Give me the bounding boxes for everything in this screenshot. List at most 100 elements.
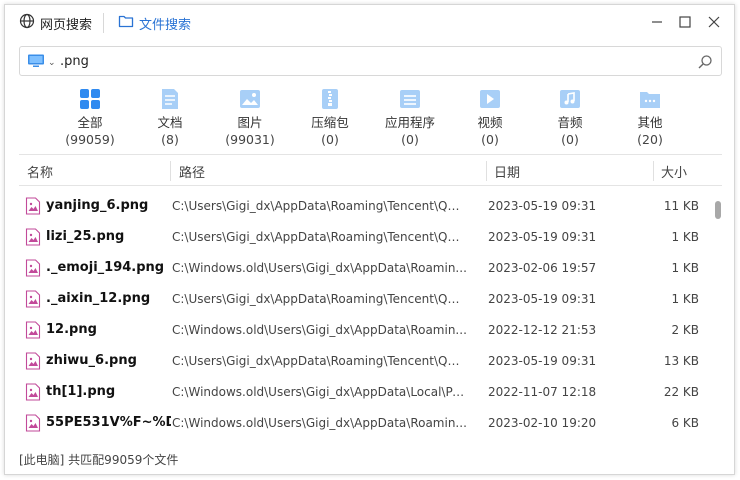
file-size: 1 KB <box>671 230 699 244</box>
file-date: 2023-05-19 09:31 <box>488 230 597 244</box>
column-separator[interactable] <box>653 161 654 181</box>
file-path: C:\Windows.old\Users\Gigi_dx\AppData\Roa… <box>172 416 467 430</box>
image-file-icon <box>25 352 41 374</box>
column-header-size[interactable]: 大小 <box>661 162 687 181</box>
computer-icon <box>27 53 45 73</box>
results-table-header: 名称 路径 日期 大小 <box>19 154 722 186</box>
status-bar-text: [此电脑] 共匹配99059个文件 <box>19 453 179 467</box>
zip-icon <box>319 88 341 110</box>
table-row[interactable]: 12.png C:\Windows.old\Users\Gigi_dx\AppDa… <box>19 315 715 346</box>
table-row[interactable]: lizi_25.png C:\Users\Gigi_dx\AppData\Roam… <box>19 222 715 253</box>
search-bar: ⌄ <box>19 46 722 76</box>
category-bar: 全部 (99059) 文档 (8) 图片 (99031) 压缩包 (0) 应用程… <box>50 88 690 154</box>
video-icon <box>479 88 501 110</box>
scrollbar-thumb[interactable] <box>715 201 721 219</box>
file-path: C:\Windows.old\Users\Gigi_dx\AppData\Roa… <box>172 261 467 275</box>
category-all[interactable]: 全部 (99059) <box>50 88 130 149</box>
file-name: 55PE531V%F~%D <box>46 415 171 430</box>
category-label: 音频 <box>557 115 583 130</box>
category-documents[interactable]: 文档 (8) <box>130 88 210 149</box>
category-label: 压缩包 <box>311 115 349 130</box>
maximize-button[interactable] <box>673 11 697 33</box>
category-archives[interactable]: 压缩包 (0) <box>290 88 370 149</box>
globe-icon <box>19 13 40 33</box>
file-size: 11 KB <box>663 199 699 213</box>
folder-icon <box>639 88 661 110</box>
column-header-name[interactable]: 名称 <box>27 162 53 181</box>
image-file-icon <box>25 414 41 433</box>
search-scope-dropdown[interactable]: ⌄ <box>27 53 56 73</box>
tab-file-search[interactable]: 文件搜索 <box>118 13 191 33</box>
file-date: 2023-05-19 09:31 <box>488 199 597 213</box>
file-size: 1 KB <box>671 292 699 306</box>
category-audio[interactable]: 音频 (0) <box>530 88 610 149</box>
folder-icon <box>118 13 139 33</box>
table-row[interactable]: zhiwu_6.png C:\Users\Gigi_dx\AppData\Roam… <box>19 346 715 377</box>
tab-divider <box>103 13 104 33</box>
file-size: 1 KB <box>671 261 699 275</box>
category-label: 视频 <box>477 115 503 130</box>
table-row[interactable]: 55PE531V%F~%D C:\Windows.old\Users\Gigi_d… <box>19 408 715 433</box>
category-count: (0) <box>401 132 419 147</box>
image-file-icon <box>25 197 41 219</box>
file-name: 12.png <box>46 322 97 337</box>
category-video[interactable]: 视频 (0) <box>450 88 530 149</box>
category-count: (8) <box>161 132 179 147</box>
title-bar: 网页搜索 文件搜索 <box>5 5 734 39</box>
column-separator[interactable] <box>170 161 171 181</box>
category-label: 应用程序 <box>384 115 435 130</box>
category-count: (0) <box>321 132 339 147</box>
category-label: 文档 <box>157 115 183 130</box>
results-list: yanjing_6.png C:\Users\Gigi_dx\AppData\Ro… <box>19 191 715 433</box>
column-separator[interactable] <box>486 161 487 181</box>
file-name: th[1].png <box>46 384 116 399</box>
table-row[interactable]: yanjing_6.png C:\Users\Gigi_dx\AppData\Ro… <box>19 191 715 222</box>
file-path: C:\Windows.old\Users\Gigi_dx\AppData\Loc… <box>172 385 467 399</box>
file-name: ._emoji_194.png <box>46 260 165 275</box>
maximize-icon <box>679 16 691 28</box>
category-count: (99031) <box>225 132 275 147</box>
search-icon[interactable] <box>697 54 713 70</box>
close-icon <box>708 16 720 28</box>
file-size: 13 KB <box>663 354 699 368</box>
category-label: 图片 <box>237 115 263 130</box>
file-path: C:\Users\Gigi_dx\AppData\Roaming\Tencent… <box>172 354 467 368</box>
tab-web-search[interactable]: 网页搜索 <box>19 13 92 33</box>
file-date: 2022-12-12 21:53 <box>488 323 597 337</box>
close-button[interactable] <box>702 11 726 33</box>
minimize-icon <box>652 21 662 23</box>
document-icon <box>159 88 181 110</box>
image-file-icon <box>25 259 41 281</box>
tab-file-search-label: 文件搜索 <box>139 17 192 33</box>
file-name: lizi_25.png <box>46 229 125 244</box>
file-date: 2023-05-19 09:31 <box>488 292 597 306</box>
column-header-date[interactable]: 日期 <box>494 162 520 181</box>
search-input[interactable] <box>60 50 680 72</box>
category-count: (99059) <box>65 132 115 147</box>
grid-icon <box>79 88 101 110</box>
table-row[interactable]: ._aixin_12.png C:\Users\Gigi_dx\AppData\R… <box>19 284 715 315</box>
file-path: C:\Users\Gigi_dx\AppData\Roaming\Tencent… <box>172 292 467 306</box>
file-name: ._aixin_12.png <box>46 291 151 306</box>
column-header-path[interactable]: 路径 <box>179 162 205 181</box>
image-file-icon <box>25 321 41 343</box>
minimize-button[interactable] <box>645 11 669 33</box>
table-row[interactable]: th[1].png C:\Windows.old\Users\Gigi_dx\Ap… <box>19 377 715 408</box>
audio-icon <box>559 88 581 110</box>
file-date: 2023-02-06 19:57 <box>488 261 597 275</box>
image-icon <box>239 88 261 110</box>
vertical-scrollbar[interactable] <box>714 198 722 430</box>
image-file-icon <box>25 228 41 250</box>
file-path: C:\Windows.old\Users\Gigi_dx\AppData\Roa… <box>172 323 467 337</box>
category-label: 全部 <box>77 115 103 130</box>
file-path: C:\Users\Gigi_dx\AppData\Roaming\Tencent… <box>172 199 467 213</box>
image-file-icon <box>25 383 41 405</box>
chevron-down-icon: ⌄ <box>48 58 56 68</box>
table-row[interactable]: ._emoji_194.png C:\Windows.old\Users\Gigi… <box>19 253 715 284</box>
app-icon <box>399 88 421 110</box>
file-name: zhiwu_6.png <box>46 353 137 368</box>
category-applications[interactable]: 应用程序 (0) <box>370 88 450 149</box>
file-name: yanjing_6.png <box>46 198 149 213</box>
category-other[interactable]: 其他 (20) <box>610 88 690 149</box>
category-images[interactable]: 图片 (99031) <box>210 88 290 149</box>
